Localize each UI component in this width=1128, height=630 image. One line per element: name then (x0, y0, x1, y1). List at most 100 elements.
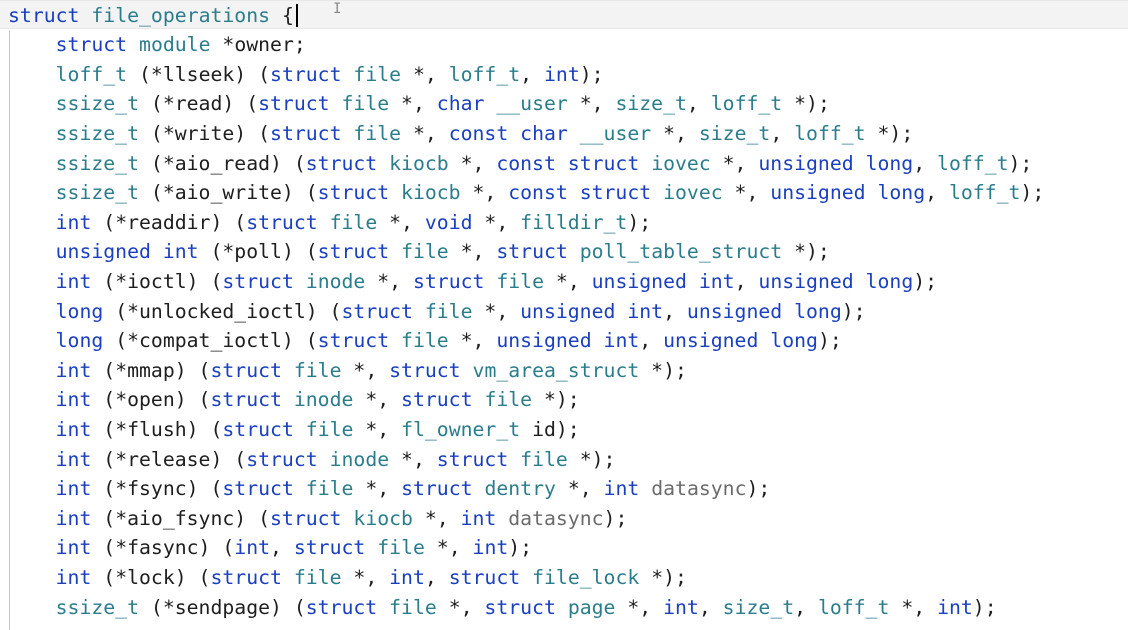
code-line[interactable]: long (*unlocked_ioctl) (struct file *, u… (8, 297, 866, 326)
code-line[interactable]: int (*fsync) (struct file *, struct dent… (8, 474, 771, 503)
code-token: struct (222, 417, 294, 441)
code-token: unsigned (770, 181, 866, 205)
code-token: dentry (484, 477, 556, 501)
code-token: *, (889, 595, 938, 619)
code-token: (*fsync) ( (91, 477, 223, 501)
code-token: struct (496, 240, 568, 264)
code-token: *); (639, 358, 687, 382)
code-token: kiocb (353, 506, 413, 530)
code-token: loff_t (448, 62, 521, 86)
code-token: const (508, 181, 568, 205)
code-token: loff_t (794, 121, 866, 145)
code-token: *, (567, 92, 616, 116)
code-token: int (389, 565, 425, 589)
code-token: int (937, 595, 973, 619)
code-token: datasync (651, 477, 747, 501)
code-token: __user (496, 92, 568, 116)
code-line[interactable]: long (*compat_ioctl) (struct file *, uns… (8, 326, 842, 355)
code-token: __user (579, 121, 652, 145)
code-line[interactable]: ssize_t (*sendpage) (struct file *, stru… (8, 593, 997, 622)
code-token: const (448, 121, 509, 145)
code-line[interactable]: int (*flush) (struct file *, fl_owner_t … (8, 415, 580, 444)
code-token: ); (579, 62, 604, 86)
code-token: , (424, 565, 449, 589)
code-token: const (496, 151, 556, 175)
code-token: loff_t (710, 92, 783, 116)
code-token: size_t (698, 121, 771, 145)
code-token: struct (210, 565, 282, 589)
code-line[interactable]: unsigned int (*poll) (struct file *, str… (8, 237, 830, 266)
code-token: , (663, 299, 687, 323)
code-token: , (686, 92, 711, 116)
code-token: *, (436, 595, 485, 619)
code-token: int (55, 477, 92, 501)
code-token: unsigned (758, 151, 854, 175)
code-line[interactable]: struct file_operations { (8, 1, 294, 30)
code-token: int (55, 358, 92, 382)
code-line[interactable]: struct module *owner; (8, 30, 306, 59)
code-token: *owner; (210, 33, 306, 57)
code-token: int (603, 329, 640, 353)
code-token: *, (341, 358, 390, 382)
code-token: inode (329, 447, 390, 471)
code-token: int (55, 210, 92, 234)
code-token: file_lock (532, 565, 640, 589)
code-line[interactable]: int (*mmap) (struct file *, struct vm_ar… (8, 356, 687, 385)
code-token: struct (210, 358, 282, 382)
code-token: file (305, 417, 354, 441)
code-editor[interactable]: struct file_operations { struct module *… (0, 0, 1128, 630)
code-token: unsigned (496, 329, 592, 353)
code-line[interactable]: int (*open) (struct inode *, struct file… (8, 385, 580, 414)
code-token: int (603, 477, 640, 501)
code-line[interactable]: int (*readdir) (struct file *, void *, f… (8, 208, 652, 237)
code-line[interactable]: ssize_t (*aio_write) (struct kiocb *, co… (8, 178, 1045, 207)
code-line[interactable]: ssize_t (*read) (struct file *, char __u… (8, 89, 830, 118)
code-line[interactable]: int (*ioctl) (struct inode *, struct fil… (8, 267, 937, 296)
code-token: (*mmap) ( (91, 358, 211, 382)
code-token: file_operations (91, 3, 271, 27)
code-token: *, (722, 181, 771, 205)
code-line[interactable]: ssize_t (*write) (struct file *, const c… (8, 119, 914, 148)
code-token: *, (615, 595, 664, 619)
code-line[interactable]: loff_t (*llseek) (struct file *, loff_t,… (8, 60, 604, 89)
code-line[interactable]: int (*lock) (struct file *, int, struct … (8, 563, 687, 592)
code-token: ); (913, 269, 938, 293)
code-line[interactable]: int (*fasync) (int, struct file *, int); (8, 533, 532, 562)
text-cursor-icon (296, 4, 298, 27)
code-token: size_t (615, 92, 687, 116)
code-token: (*poll) ( (198, 240, 318, 264)
code-line[interactable]: ssize_t (*aio_read) (struct kiocb *, con… (8, 149, 1033, 178)
code-token: file (377, 536, 425, 560)
code-token: struct (246, 210, 318, 234)
code-token: , (770, 121, 795, 145)
code-token: *, (472, 210, 521, 234)
code-line[interactable]: int (*aio_fsync) (struct kiocb *, int da… (8, 504, 628, 533)
code-token: kiocb (389, 151, 449, 175)
code-token: (*llseek) ( (127, 62, 271, 86)
code-token: struct (567, 151, 640, 175)
code-line[interactable]: int (*release) (struct inode *, struct f… (8, 445, 616, 474)
code-token: ); (508, 536, 533, 560)
code-token: (*release) ( (91, 447, 247, 471)
code-token: (*sendpage) ( (139, 595, 306, 619)
code-token: struct (401, 388, 473, 412)
